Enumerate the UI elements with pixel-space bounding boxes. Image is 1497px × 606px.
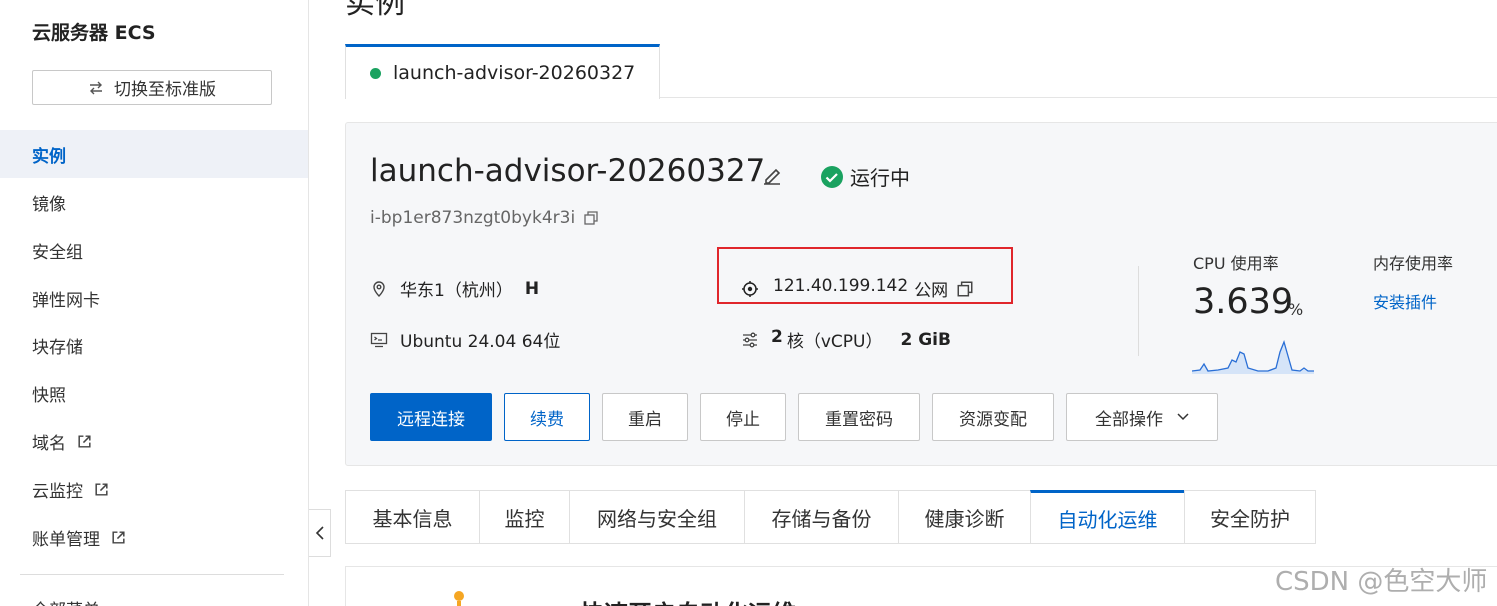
lightbulb-icon <box>454 591 464 606</box>
memory-usage-label: 内存使用率 <box>1373 254 1454 273</box>
external-link-icon <box>95 482 108 496</box>
check-circle-icon <box>821 165 843 188</box>
metrics-divider <box>1138 266 1139 356</box>
tab-label: 网络与安全组 <box>597 506 717 531</box>
instance-name: launch-advisor-20260327 <box>370 153 766 189</box>
tab-label: 安全防护 <box>1210 506 1290 531</box>
sidebar-item-cloud-monitor[interactable]: 云监控 <box>0 465 308 513</box>
sidebar-item-block-storage[interactable]: 块存储 <box>0 321 308 369</box>
region-text: 华东1（杭州） <box>400 281 513 301</box>
os-info: Ubuntu 24.04 64位 <box>370 327 560 352</box>
instance-tab-label: launch-advisor-20260327 <box>393 62 636 84</box>
tab-label: 监控 <box>504 506 545 531</box>
remote-connect-button[interactable]: 远程连接 <box>370 393 492 441</box>
location-pin-icon <box>373 280 385 297</box>
running-dot <box>370 67 381 79</box>
instance-id: i-bp1er873nzgt0byk4r3i <box>370 208 599 228</box>
external-link-icon <box>78 434 91 448</box>
collapse-sidebar-button[interactable] <box>309 509 331 557</box>
sidebar-item-label: 快照 <box>32 385 66 406</box>
sidebar-item-security-groups[interactable]: 安全组 <box>0 226 308 274</box>
tab-security-protection[interactable]: 安全防护 <box>1184 490 1316 544</box>
sidebar-item-label: 弹性网卡 <box>32 290 100 311</box>
instance-tab[interactable]: launch-advisor-20260327 <box>345 44 660 99</box>
renew-label: 续费 <box>530 409 564 430</box>
cpu-sparkline <box>1192 339 1314 374</box>
restart-label: 重启 <box>628 409 662 430</box>
automation-card-title: 快速开启自动化运维 <box>580 594 796 606</box>
status-text: 运行中 <box>850 166 910 190</box>
resize-label: 资源变配 <box>959 409 1027 430</box>
cpu-usage-value: 3.639 <box>1193 282 1294 322</box>
instance-id-text: i-bp1er873nzgt0byk4r3i <box>370 208 576 228</box>
install-plugin-link[interactable]: 安装插件 <box>1373 289 1437 313</box>
detail-tabs: 基本信息 监控 网络与安全组 存储与备份 健康诊断 自动化运维 安全防护 <box>345 490 1316 544</box>
tab-label: 基本信息 <box>372 506 453 531</box>
copy-icon[interactable] <box>583 210 599 226</box>
sidebar-item-label: 账单管理 <box>32 529 100 550</box>
cpu-cores-text: 2 <box>771 327 783 347</box>
sidebar-item-label: 安全组 <box>32 242 83 263</box>
os-text: Ubuntu 24.04 64位 <box>400 332 561 352</box>
swap-icon <box>90 81 102 94</box>
watermark: CSDN @色空大师 <box>1275 567 1488 597</box>
os-image-icon <box>370 332 388 347</box>
all-operations-label: 全部操作 <box>1095 409 1163 430</box>
restart-button[interactable]: 重启 <box>602 393 688 441</box>
spec-info: 2 核（vCPU） 2 GiB <box>741 327 951 352</box>
sidebar-item-images[interactable]: 镜像 <box>0 178 308 226</box>
sidebar-item-label: 域名 <box>32 433 66 454</box>
tab-divider <box>660 97 1497 98</box>
highlight-box <box>717 247 1013 304</box>
renew-button[interactable]: 续费 <box>504 393 590 441</box>
switch-edition-button[interactable]: 切换至标准版 <box>32 70 272 105</box>
sidebar-all-menus[interactable]: 全部菜单 <box>32 596 100 606</box>
sidebar-item-label: 云监控 <box>32 481 83 502</box>
sidebar-item-eni[interactable]: 弹性网卡 <box>0 274 308 322</box>
sidebar-item-label: 实例 <box>32 146 66 167</box>
external-link-icon <box>112 530 125 544</box>
tab-automation-ops[interactable]: 自动化运维 <box>1030 490 1184 544</box>
cpu-usage-label: CPU 使用率 <box>1193 254 1279 273</box>
reset-password-button[interactable]: 重置密码 <box>798 393 920 441</box>
sidebar-item-billing[interactable]: 账单管理 <box>0 513 308 561</box>
reset-password-label: 重置密码 <box>825 409 893 430</box>
tab-label: 自动化运维 <box>1057 507 1158 532</box>
tab-label: 健康诊断 <box>924 506 1005 531</box>
cpu-usage-unit: % <box>1288 300 1304 319</box>
sidebar-item-label: 镜像 <box>32 194 66 215</box>
sidebar-item-instances[interactable]: 实例 <box>0 130 308 178</box>
edit-icon[interactable] <box>760 164 784 188</box>
sidebar: 云服务器 ECS 切换至标准版 实例 镜像 安全组 弹性网卡 块存储 快照 域名… <box>0 0 309 606</box>
sidebar-item-snapshots[interactable]: 快照 <box>0 369 308 417</box>
chevron-down-icon <box>1177 413 1189 421</box>
page-title: 实例 <box>345 0 405 21</box>
tab-basic-info[interactable]: 基本信息 <box>345 490 479 544</box>
remote-connect-label: 远程连接 <box>397 409 465 430</box>
memory-text: 2 GiB <box>900 329 951 350</box>
sidebar-item-label: 块存储 <box>32 337 83 358</box>
stop-button[interactable]: 停止 <box>700 393 786 441</box>
tab-storage-backup[interactable]: 存储与备份 <box>744 490 898 544</box>
tab-monitoring[interactable]: 监控 <box>479 490 569 544</box>
status-badge: 运行中 <box>820 162 910 191</box>
cpu-cores-label: 核（vCPU） <box>786 332 883 352</box>
chevron-left-icon <box>315 526 324 540</box>
sliders-icon <box>743 332 757 347</box>
tab-health-diagnosis[interactable]: 健康诊断 <box>898 490 1030 544</box>
tab-network-security[interactable]: 网络与安全组 <box>569 490 744 544</box>
stop-label: 停止 <box>726 409 760 430</box>
sidebar-title: 云服务器 ECS <box>32 22 156 44</box>
switch-edition-label: 切换至标准版 <box>114 80 216 100</box>
region-info: 华东1（杭州） H <box>370 276 539 301</box>
sidebar-item-domains[interactable]: 域名 <box>0 417 308 465</box>
all-operations-dropdown[interactable]: 全部操作 <box>1066 393 1218 441</box>
tab-label: 存储与备份 <box>771 506 872 531</box>
sidebar-divider <box>20 574 284 575</box>
resize-button[interactable]: 资源变配 <box>932 393 1054 441</box>
zone-text: H <box>524 278 540 299</box>
